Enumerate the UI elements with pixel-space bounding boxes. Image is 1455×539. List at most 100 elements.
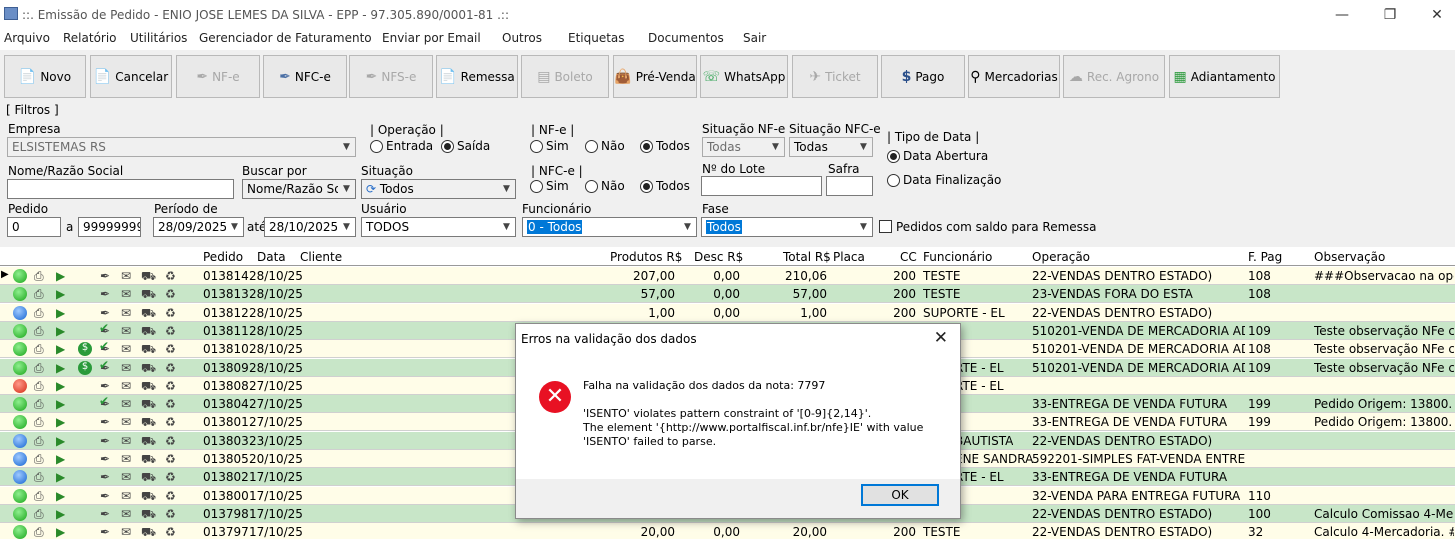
col-placa[interactable]: Placa (833, 250, 865, 264)
play-icon[interactable]: ▶ (56, 397, 65, 411)
envelope-icon[interactable]: ✉ (121, 525, 131, 539)
play-icon[interactable]: ▶ (56, 287, 65, 301)
empresa-select[interactable]: ELSISTEMAS RS ▼ (7, 137, 356, 157)
truck-icon[interactable]: ⛟ (141, 434, 156, 450)
envelope-icon[interactable]: ✉ (121, 397, 131, 411)
usuario-select[interactable]: TODOS ▼ (361, 217, 516, 237)
buscar-por-select[interactable]: Nome/Razão Soc ▼ (242, 179, 356, 199)
recycle-icon[interactable]: ♻ (165, 269, 176, 283)
printer-icon[interactable]: ⎙ (34, 507, 44, 522)
pago-button[interactable]: $ Pago (881, 55, 965, 98)
col-cliente[interactable]: Cliente (300, 250, 342, 264)
operacao-entrada-radio[interactable]: Entrada (370, 139, 433, 153)
truck-icon[interactable]: ⛟ (141, 507, 156, 523)
play-icon[interactable]: ▶ (56, 342, 65, 356)
truck-icon[interactable]: ⛟ (141, 287, 156, 303)
printer-icon[interactable]: ⎙ (34, 434, 44, 449)
adiantamento-button[interactable]: ▦ Adiantamento (1169, 55, 1280, 98)
edit-icon[interactable]: ✒ (100, 306, 110, 320)
truck-icon[interactable]: ⛟ (141, 324, 156, 340)
ticket-button[interactable]: ✈ Ticket (792, 55, 878, 98)
fase-select[interactable]: Todos ▼ (701, 217, 873, 237)
mercadorias-button[interactable]: ⚲ Mercadorias (968, 55, 1060, 98)
printer-icon[interactable]: ⎙ (34, 306, 44, 321)
periodo-from-input[interactable]: 28/09/2025 ▼ (153, 217, 244, 237)
truck-icon[interactable]: ⛟ (141, 415, 156, 431)
saldo-remessa-checkbox[interactable] (879, 220, 892, 233)
play-icon[interactable]: ▶ (56, 489, 65, 503)
envelope-icon[interactable]: ✉ (121, 415, 131, 429)
menu-etiquetas[interactable]: Etiquetas (568, 31, 625, 45)
nfe-button[interactable]: ✒ NF-e (176, 55, 260, 98)
envelope-icon[interactable]: ✉ (121, 434, 131, 448)
rec-agrono-button[interactable]: ☁ Rec. Agrono (1063, 55, 1165, 98)
periodo-to-input[interactable]: 28/10/2025 ▼ (264, 217, 356, 237)
play-icon[interactable]: ▶ (56, 415, 65, 429)
recycle-icon[interactable]: ♻ (165, 507, 176, 521)
printer-icon[interactable]: ⎙ (34, 342, 44, 357)
envelope-icon[interactable]: ✉ (121, 269, 131, 283)
play-icon[interactable]: ▶ (56, 525, 65, 539)
col-fpag[interactable]: F. Pag (1248, 250, 1282, 264)
printer-icon[interactable]: ⎙ (34, 525, 44, 539)
printer-icon[interactable]: ⎙ (34, 287, 44, 302)
truck-icon[interactable]: ⛟ (141, 525, 156, 539)
truck-icon[interactable]: ⛟ (141, 306, 156, 322)
truck-icon[interactable]: ⛟ (141, 397, 156, 413)
recycle-icon[interactable]: ♻ (165, 434, 176, 448)
col-pedido[interactable]: Pedido (203, 250, 243, 264)
menu-outros[interactable]: Outros (502, 31, 542, 45)
menu-utilitarios[interactable]: Utilitários (130, 31, 187, 45)
pedido-from-input[interactable]: 0 (7, 217, 61, 237)
maximize-icon[interactable]: ❐ (1380, 5, 1400, 25)
nfce-button[interactable]: ✒ NFC-e (263, 55, 347, 98)
play-icon[interactable]: ▶ (56, 452, 65, 466)
col-funcionario[interactable]: Funcionário (923, 250, 992, 264)
edit-icon[interactable]: ✒ (100, 452, 110, 466)
nfce-todos-radio[interactable]: Todos (640, 179, 690, 193)
recycle-icon[interactable]: ♻ (165, 342, 176, 356)
nfe-sim-radio[interactable]: Sim (530, 139, 569, 153)
recycle-icon[interactable]: ♻ (165, 489, 176, 503)
col-operacao[interactable]: Operação (1032, 250, 1090, 264)
recycle-icon[interactable]: ♻ (165, 287, 176, 301)
menu-sair[interactable]: Sair (743, 31, 766, 45)
recycle-icon[interactable]: ♻ (165, 324, 176, 338)
situacao-nfce-select[interactable]: Todas ▼ (789, 137, 873, 157)
printer-icon[interactable]: ⎙ (34, 415, 44, 430)
recycle-icon[interactable]: ♻ (165, 452, 176, 466)
play-icon[interactable]: ▶ (56, 507, 65, 521)
col-data[interactable]: Data (257, 250, 286, 264)
operacao-saida-radio[interactable]: Saída (441, 139, 490, 153)
play-icon[interactable]: ▶ (56, 379, 65, 393)
printer-icon[interactable]: ⎙ (34, 489, 44, 504)
envelope-icon[interactable]: ✉ (121, 507, 131, 521)
envelope-icon[interactable]: ✉ (121, 306, 131, 320)
table-row[interactable]: ▶⎙▶✒✉⛟♻01381428/10/25FE 207,000,00210,06… (0, 267, 1455, 285)
menu-relatorio[interactable]: Relatório (63, 31, 117, 45)
edit-icon[interactable]: ✒ (100, 434, 110, 448)
dollar-icon[interactable]: $ (78, 360, 92, 375)
cancelar-button[interactable]: 📄 Cancelar (90, 55, 172, 98)
pedido-to-input[interactable]: 99999999 (78, 217, 141, 237)
truck-icon[interactable]: ⛟ (141, 470, 156, 486)
recycle-icon[interactable]: ♻ (165, 306, 176, 320)
menu-enviar-email[interactable]: Enviar por Email (382, 31, 481, 45)
printer-icon[interactable]: ⎙ (34, 324, 44, 339)
edit-icon[interactable]: ✒ (100, 525, 110, 539)
edit-icon[interactable]: ✒ (100, 415, 110, 429)
menu-documentos[interactable]: Documentos (648, 31, 724, 45)
lote-input[interactable] (701, 176, 822, 196)
close-icon[interactable]: ✕ (934, 328, 948, 348)
boleto-button[interactable]: ▤ Boleto (521, 55, 609, 98)
printer-icon[interactable]: ⎙ (34, 269, 44, 284)
nfce-nao-radio[interactable]: Não (585, 179, 625, 193)
funcionario-select[interactable]: 0 - Todos ▼ (522, 217, 697, 237)
edit-icon[interactable]: ✒ (100, 269, 110, 283)
envelope-icon[interactable]: ✉ (121, 324, 131, 338)
play-icon[interactable]: ▶ (56, 361, 65, 375)
minimize-icon[interactable]: — (1332, 5, 1352, 25)
envelope-icon[interactable]: ✉ (121, 470, 131, 484)
col-cc[interactable]: CC (900, 250, 917, 264)
play-icon[interactable]: ▶ (56, 269, 65, 283)
